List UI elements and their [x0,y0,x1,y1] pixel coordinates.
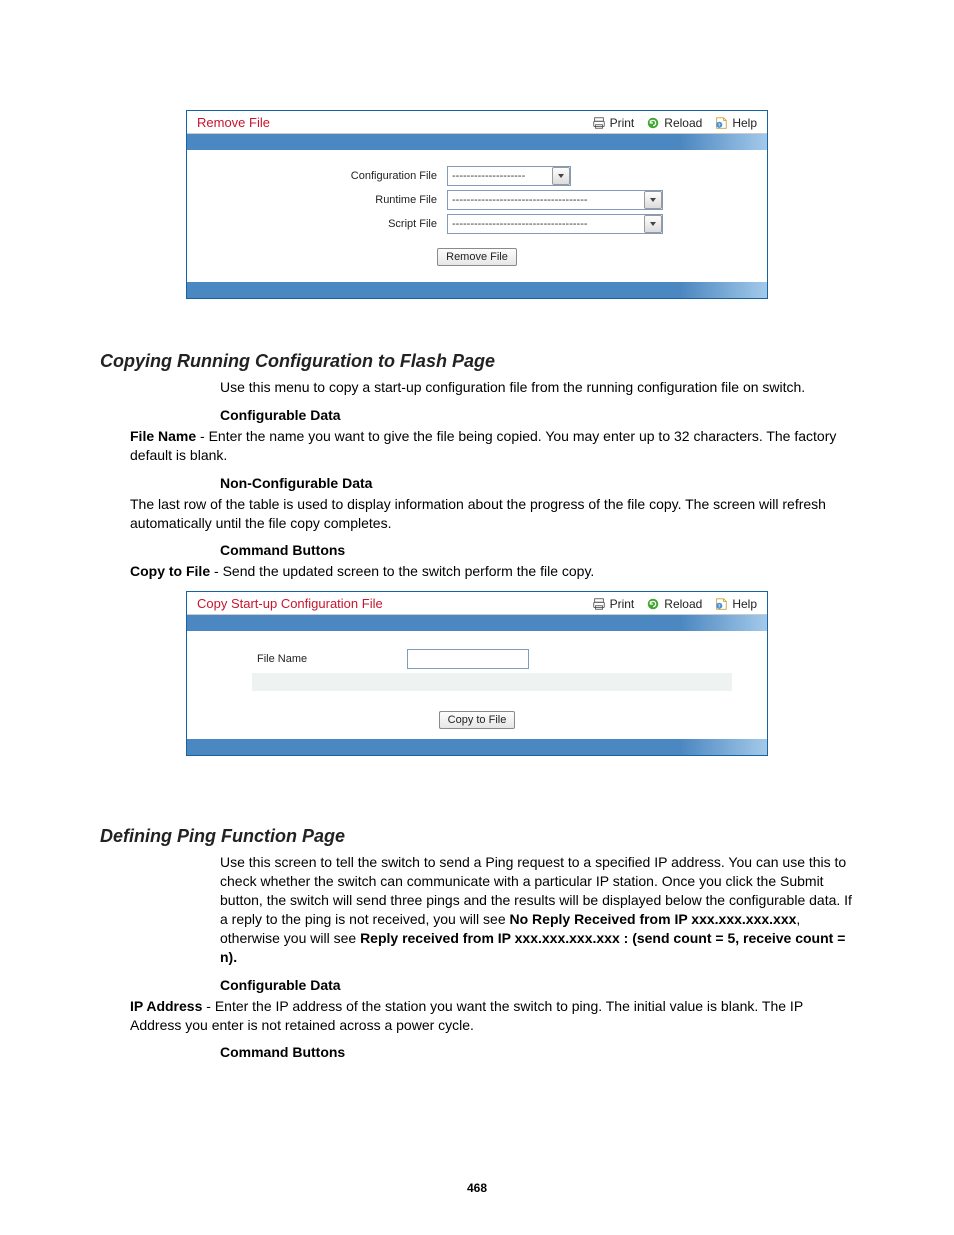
config-file-dropdown[interactable]: -------------------- [447,166,571,186]
reload-icon [646,597,660,611]
file-name-desc: - Enter the name you want to give the fi… [130,428,836,463]
panel-title: Remove File [197,115,270,130]
script-file-label: Script File [197,218,447,230]
paragraph: File Name - Enter the name you want to g… [130,427,854,465]
section-heading: Defining Ping Function Page [100,826,854,847]
chevron-down-icon [552,167,570,185]
file-name-label: File Name [257,653,407,665]
panel-body: Configuration File -------------------- … [187,150,767,282]
paragraph: IP Address - Enter the IP address of the… [130,997,854,1035]
remove-file-panel: Remove File Print Reload ? Help Configur [186,110,768,299]
blue-bar [187,134,767,150]
file-name-term: File Name [130,428,196,444]
help-icon: ? [714,597,728,611]
sub-heading: Configurable Data [220,977,854,993]
runtime-file-label: Runtime File [197,194,447,206]
blue-bar [187,615,767,631]
print-button[interactable]: Print [592,597,635,611]
section-intro: Use this screen to tell the switch to se… [220,853,854,966]
printer-icon [592,597,606,611]
status-row [252,673,732,691]
printer-icon [592,116,606,130]
reload-icon [646,116,660,130]
runtime-file-dropdown[interactable]: ------------------------------------- [447,190,663,210]
button-row: Remove File [197,248,757,266]
panel-actions: Print Reload ? Help [592,116,757,130]
svg-text:?: ? [718,122,721,127]
panel-body: File Name Copy to File [187,631,767,739]
panel-title: Copy Start-up Configuration File [197,596,383,611]
help-label: Help [732,116,757,130]
print-button[interactable]: Print [592,116,635,130]
print-label: Print [610,116,635,130]
reload-button[interactable]: Reload [646,116,702,130]
runtime-file-value: ------------------------------------- [452,194,642,206]
copy-to-file-term: Copy to File [130,563,210,579]
blue-bar [187,282,767,298]
script-file-dropdown[interactable]: ------------------------------------- [447,214,663,234]
panel-header: Remove File Print Reload ? Help [187,111,767,134]
help-label: Help [732,597,757,611]
print-label: Print [610,597,635,611]
paragraph: The last row of the table is used to dis… [130,495,854,533]
help-icon: ? [714,116,728,130]
help-button[interactable]: ? Help [714,597,757,611]
script-file-row: Script File ----------------------------… [197,214,757,234]
help-button[interactable]: ? Help [714,116,757,130]
runtime-file-row: Runtime File ---------------------------… [197,190,757,210]
file-name-input[interactable] [407,649,529,669]
intro-bold-noreply: No Reply Received from IP xxx.xxx.xxx.xx… [510,911,797,927]
sub-heading: Command Buttons [220,542,854,558]
svg-text:?: ? [718,603,721,608]
sub-heading: Non-Configurable Data [220,475,854,491]
ip-address-desc: - Enter the IP address of the station yo… [130,998,803,1033]
copy-to-file-button[interactable]: Copy to File [439,711,516,729]
chevron-down-icon [644,191,662,209]
ip-address-term: IP Address [130,998,202,1014]
panel-header: Copy Start-up Configuration File Print R… [187,592,767,615]
reload-label: Reload [664,116,702,130]
panel-actions: Print Reload ? Help [592,597,757,611]
config-file-row: Configuration File -------------------- [197,166,757,186]
script-file-value: ------------------------------------- [452,218,642,230]
sub-heading: Configurable Data [220,407,854,423]
remove-file-button[interactable]: Remove File [437,248,517,266]
file-name-row: File Name [197,645,757,673]
section-intro: Use this menu to copy a start-up configu… [220,378,854,397]
config-file-label: Configuration File [197,170,447,182]
copy-startup-panel: Copy Start-up Configuration File Print R… [186,591,768,756]
reload-label: Reload [664,597,702,611]
section-heading: Copying Running Configuration to Flash P… [100,351,854,372]
page-number: 468 [0,1181,954,1195]
paragraph: Copy to File - Send the updated screen t… [130,562,854,581]
button-row: Copy to File [197,711,757,729]
copy-to-file-desc: - Send the updated screen to the switch … [210,563,594,579]
sub-heading: Command Buttons [220,1044,854,1060]
reload-button[interactable]: Reload [646,597,702,611]
chevron-down-icon [644,215,662,233]
config-file-value: -------------------- [452,170,550,182]
blue-bar [187,739,767,755]
